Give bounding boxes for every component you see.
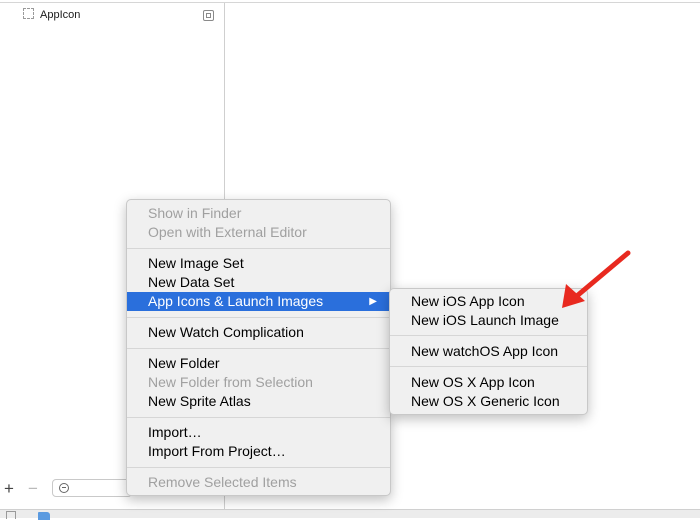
menu-separator: [127, 248, 390, 249]
menu-item-new-data-set[interactable]: New Data Set: [127, 273, 390, 292]
menu-item-label: App Icons & Launch Images: [148, 293, 324, 309]
filter-icon: [59, 483, 69, 493]
menu-item-label: New OS X App Icon: [411, 374, 535, 390]
menu-item-label: New Folder: [148, 355, 220, 371]
menu-item-label: Import…: [148, 424, 202, 440]
menu-item-remove-selected-items[interactable]: Remove Selected Items: [127, 473, 390, 492]
menu-item-label: New iOS Launch Image: [411, 312, 559, 328]
menu-separator: [390, 366, 587, 367]
submenu-item-new-ios-launch-image[interactable]: New iOS Launch Image: [390, 311, 587, 330]
asset-label: AppIcon: [40, 9, 81, 21]
menu-item-label: New Watch Complication: [148, 324, 304, 340]
menu-item-label: Open with External Editor: [148, 224, 307, 240]
menu-separator: [390, 335, 587, 336]
menu-item-new-sprite-atlas[interactable]: New Sprite Atlas: [127, 392, 390, 411]
submenu-item-new-osx-app-icon[interactable]: New OS X App Icon: [390, 373, 587, 392]
menu-separator: [127, 417, 390, 418]
menu-item-label: Remove Selected Items: [148, 474, 297, 490]
menu-item-label: New Folder from Selection: [148, 374, 313, 390]
submenu-item-new-osx-generic-icon[interactable]: New OS X Generic Icon: [390, 392, 587, 411]
menu-item-label: New Sprite Atlas: [148, 393, 251, 409]
submenu-item-new-watchos-app-icon[interactable]: New watchOS App Icon: [390, 342, 587, 361]
menu-item-app-icons-launch-images[interactable]: App Icons & Launch Images ▶: [127, 292, 390, 311]
menu-item-label: New iOS App Icon: [411, 293, 525, 309]
menu-item-new-folder-from-selection[interactable]: New Folder from Selection: [127, 373, 390, 392]
menu-item-show-in-finder[interactable]: Show in Finder: [127, 204, 390, 223]
asset-row-appicon[interactable]: AppIcon: [0, 6, 224, 24]
submenu-arrow-icon: ▶: [369, 296, 377, 307]
menu-item-import[interactable]: Import…: [127, 423, 390, 442]
menu-item-label: New Image Set: [148, 255, 244, 271]
app-icons-submenu: New iOS App Icon New iOS Launch Image Ne…: [389, 288, 588, 415]
context-menu: Show in Finder Open with External Editor…: [126, 199, 391, 496]
menu-item-label: New OS X Generic Icon: [411, 393, 560, 409]
menu-item-open-external-editor[interactable]: Open with External Editor: [127, 223, 390, 242]
menu-separator: [127, 348, 390, 349]
status-strip: [0, 509, 700, 520]
app-icon-badge-icon: [203, 10, 214, 21]
filter-field[interactable]: [52, 479, 132, 497]
menu-item-new-folder[interactable]: New Folder: [127, 354, 390, 373]
menu-item-label: New watchOS App Icon: [411, 343, 559, 359]
menu-item-label: Import From Project…: [148, 443, 286, 459]
asset-placeholder-icon: [23, 8, 34, 19]
menu-item-import-from-project[interactable]: Import From Project…: [127, 442, 390, 461]
menu-item-label: New Data Set: [148, 274, 235, 290]
menu-separator: [127, 467, 390, 468]
menu-item-new-image-set[interactable]: New Image Set: [127, 254, 390, 273]
remove-button[interactable]: −: [28, 479, 38, 499]
add-button[interactable]: +: [4, 479, 14, 499]
menu-separator: [127, 317, 390, 318]
menu-item-label: Show in Finder: [148, 205, 242, 221]
menu-item-new-watch-complication[interactable]: New Watch Complication: [127, 323, 390, 342]
folder-icon: [38, 512, 50, 520]
submenu-item-new-ios-app-icon[interactable]: New iOS App Icon: [390, 292, 587, 311]
